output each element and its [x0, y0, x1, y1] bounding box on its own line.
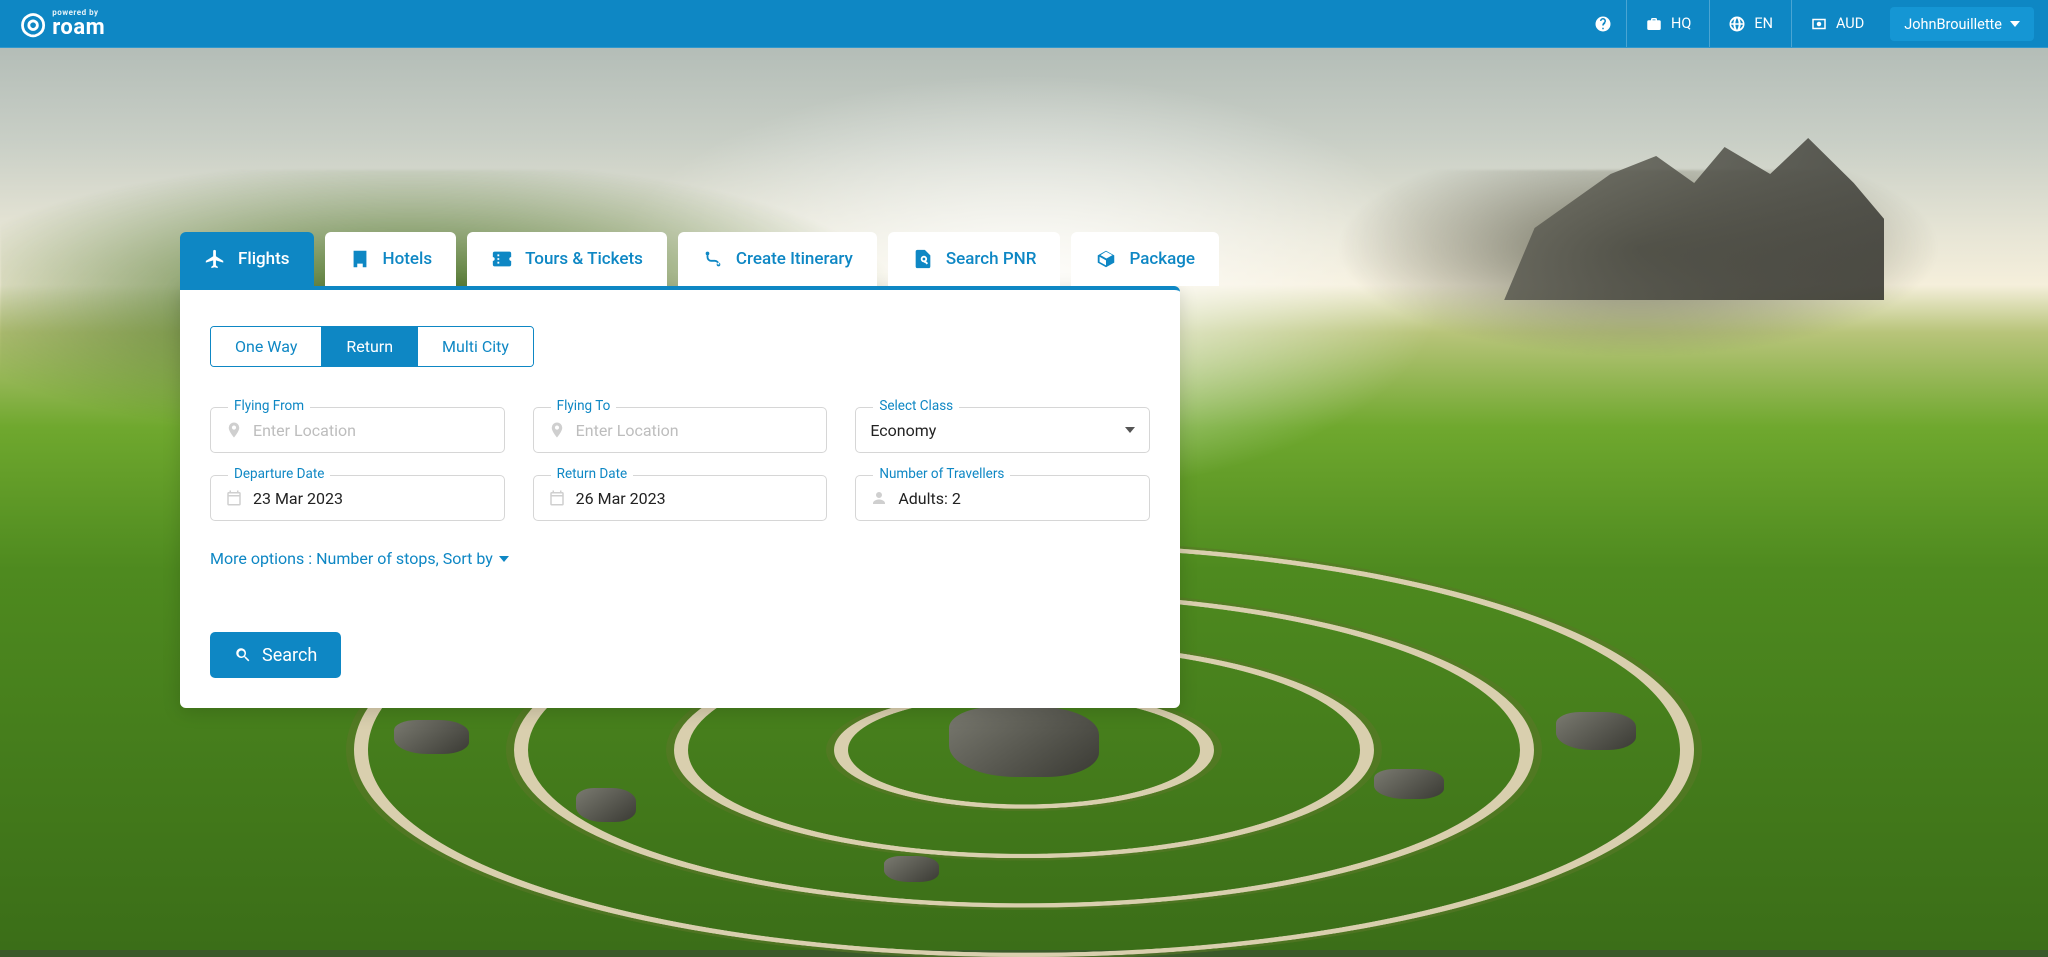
- brand-mark-icon: ◎: [20, 9, 46, 39]
- product-tabs: Flights Hotels Tours & Tickets Create It…: [180, 232, 1180, 286]
- search-label: Search: [262, 645, 317, 666]
- departure-value: 23 Mar 2023: [253, 489, 343, 508]
- trip-return[interactable]: Return: [322, 327, 418, 366]
- brand-powered-by: powered by: [52, 9, 105, 17]
- language-button[interactable]: EN: [1709, 0, 1791, 47]
- package-icon: [1095, 248, 1117, 270]
- hq-label: HQ: [1671, 15, 1691, 32]
- trip-multi[interactable]: Multi City: [418, 327, 533, 366]
- help-button[interactable]: [1580, 0, 1626, 47]
- field-label: Flying To: [551, 398, 617, 414]
- field-label: Flying From: [228, 398, 310, 414]
- trip-type-toggle: One Way Return Multi City: [210, 326, 534, 367]
- tab-label: Search PNR: [946, 249, 1037, 269]
- tab-pnr[interactable]: Search PNR: [888, 232, 1061, 286]
- tab-label: Package: [1129, 249, 1195, 269]
- calendar-icon: [225, 489, 243, 507]
- tab-label: Create Itinerary: [736, 249, 853, 269]
- chevron-down-icon: [2010, 21, 2020, 27]
- field-travellers: Number of Travellers Adults: 2: [855, 475, 1150, 521]
- user-menu[interactable]: JohnBrouillette: [1890, 7, 2034, 41]
- field-class: Select Class Economy: [855, 407, 1150, 453]
- field-flying-to: Flying To: [533, 407, 828, 453]
- location-icon: [225, 421, 243, 439]
- person-icon: [870, 489, 888, 507]
- search-icon: [234, 646, 252, 664]
- airplane-icon: [204, 248, 226, 270]
- search-panel: One Way Return Multi City Flying From Fl…: [180, 286, 1180, 708]
- currency-button[interactable]: AUD: [1791, 0, 1882, 47]
- travellers-value: Adults: 2: [898, 489, 961, 508]
- class-value: Economy: [870, 421, 936, 440]
- user-name: JohnBrouillette: [1904, 16, 2002, 33]
- flying-from-input[interactable]: [253, 421, 490, 440]
- field-departure: Departure Date 23 Mar 2023: [210, 475, 505, 521]
- language-label: EN: [1754, 15, 1773, 32]
- tab-tours[interactable]: Tours & Tickets: [467, 232, 667, 286]
- route-icon: [702, 248, 724, 270]
- globe-icon: [1728, 15, 1746, 33]
- hq-button[interactable]: HQ: [1626, 0, 1709, 47]
- brand-logo[interactable]: ◎ powered by roam: [20, 9, 105, 39]
- tab-package[interactable]: Package: [1071, 232, 1219, 286]
- calendar-icon: [548, 489, 566, 507]
- flying-to-input[interactable]: [576, 421, 813, 440]
- field-return: Return Date 26 Mar 2023: [533, 475, 828, 521]
- field-label: Return Date: [551, 466, 634, 482]
- chevron-down-icon: [499, 556, 509, 562]
- currency-icon: [1810, 15, 1828, 33]
- field-label: Departure Date: [228, 466, 330, 482]
- tab-label: Hotels: [383, 249, 433, 269]
- help-icon: [1594, 15, 1612, 33]
- briefcase-icon: [1645, 15, 1663, 33]
- header: ◎ powered by roam HQ EN AUD JohnBrouille…: [0, 0, 2048, 48]
- tab-itinerary[interactable]: Create Itinerary: [678, 232, 877, 286]
- search-button[interactable]: Search: [210, 632, 341, 678]
- trip-oneway[interactable]: One Way: [211, 327, 322, 366]
- search-doc-icon: [912, 248, 934, 270]
- currency-label: AUD: [1836, 15, 1864, 32]
- tab-flights[interactable]: Flights: [180, 232, 314, 286]
- more-options-toggle[interactable]: More options : Number of stops, Sort by: [210, 549, 1150, 568]
- location-icon: [548, 421, 566, 439]
- more-options-label: More options : Number of stops, Sort by: [210, 549, 493, 568]
- chevron-down-icon: [1125, 427, 1135, 433]
- ticket-icon: [491, 248, 513, 270]
- field-label: Number of Travellers: [873, 466, 1010, 482]
- hotel-icon: [349, 248, 371, 270]
- tab-label: Tours & Tickets: [525, 249, 643, 269]
- brand-name: roam: [52, 17, 105, 39]
- tab-label: Flights: [238, 249, 290, 269]
- field-label: Select Class: [873, 398, 959, 414]
- field-flying-from: Flying From: [210, 407, 505, 453]
- return-value: 26 Mar 2023: [576, 489, 666, 508]
- tab-hotels[interactable]: Hotels: [325, 232, 457, 286]
